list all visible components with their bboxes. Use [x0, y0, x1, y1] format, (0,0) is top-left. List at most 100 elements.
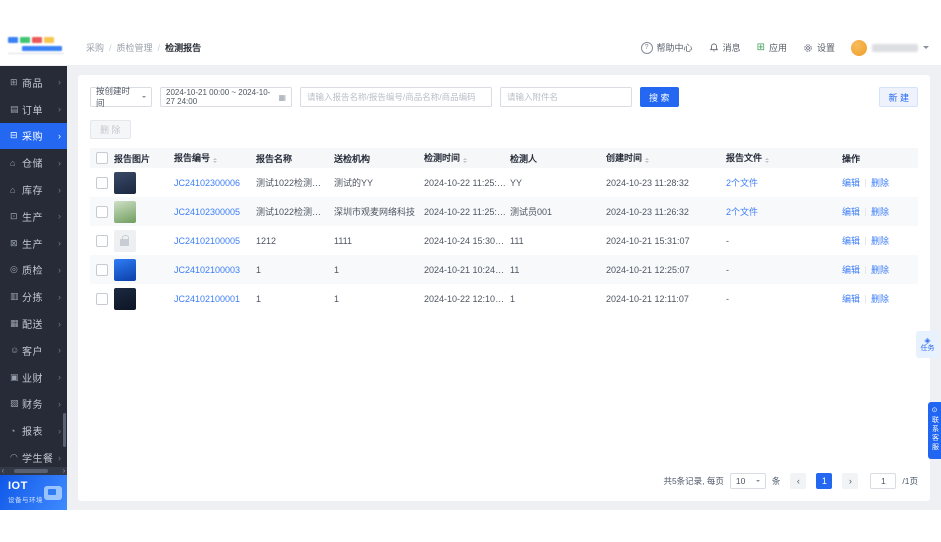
sidebar-item-student-meals[interactable]: ◠ 学生餐 ›	[0, 444, 67, 467]
sidebar-item-reports[interactable]: ◔ 报表 ›	[0, 417, 67, 444]
col-report-image: 报告图片	[114, 153, 151, 164]
sidebar-item-procurement[interactable]: ⊟ 采购 ›	[0, 122, 67, 150]
sort-icon[interactable]	[463, 156, 467, 165]
col-report-no[interactable]: 报告编号	[174, 151, 256, 165]
sidebar-item-finance[interactable]: ▧ 财务 ›	[0, 391, 67, 418]
sidebar-item-label: 质检	[22, 266, 43, 278]
scroll-right-icon[interactable]: ›	[61, 467, 67, 475]
sidebar-item-sorting[interactable]: ▥ 分拣 ›	[0, 283, 67, 310]
report-no-link[interactable]: JC24102100005	[174, 236, 240, 246]
sidebar-item-biz-finance[interactable]: ▣ 业财 ›	[0, 364, 67, 391]
iot-banner[interactable]: IOT 设备与环境	[0, 475, 67, 510]
page-jump-input[interactable]	[870, 473, 897, 489]
date-range-input[interactable]: 2024-10-21 00:00 ~ 2024-10-27 24:00 ▦	[160, 87, 292, 107]
agency: 1	[334, 293, 340, 304]
batch-delete-button[interactable]: 删 除	[90, 120, 131, 139]
sort-icon[interactable]	[213, 156, 217, 165]
delete-link[interactable]: 删除	[871, 176, 889, 189]
next-page-button[interactable]: ›	[842, 473, 859, 489]
breadcrumb-procurement[interactable]: 采购	[86, 41, 104, 54]
page-size-select[interactable]: 10	[729, 473, 766, 489]
report-files-link[interactable]: -	[726, 294, 729, 304]
delete-link[interactable]: 删除	[871, 205, 889, 218]
sort-icon[interactable]	[645, 156, 649, 165]
settings-link[interactable]: 设置	[803, 41, 835, 54]
production-icon: ⊠	[10, 237, 18, 248]
layers-icon: ◈	[924, 336, 931, 345]
col-test-time[interactable]: 检测时间	[424, 151, 510, 165]
delete-link[interactable]: 删除	[871, 263, 889, 276]
col-files[interactable]: 报告文件	[726, 151, 842, 165]
row-checkbox[interactable]	[96, 263, 108, 276]
help-center-link[interactable]: ? 帮助中心	[640, 41, 693, 54]
calendar-icon: ▦	[278, 92, 286, 102]
report-thumbnail[interactable]	[114, 287, 136, 310]
sidebar-item-delivery[interactable]: ▦ 配送 ›	[0, 310, 67, 337]
edit-link[interactable]: 编辑	[842, 292, 860, 305]
create-button[interactable]: 新 建	[879, 87, 918, 107]
report-thumbnail[interactable]	[114, 229, 136, 252]
scroll-left-icon[interactable]: ‹	[0, 467, 6, 475]
sidebar-item-production-2[interactable]: ⊠ 生产 ›	[0, 230, 67, 257]
attachment-input[interactable]	[500, 87, 632, 107]
report-thumbnail[interactable]	[114, 171, 136, 194]
sidebar-item-quality[interactable]: ◎ 质检 ›	[0, 257, 67, 284]
select-all-checkbox[interactable]	[96, 152, 108, 164]
page-size-value: 10	[735, 476, 746, 486]
apps-link[interactable]: ⊞ 应用	[757, 41, 787, 54]
pagination: 共5条记录, 每页 10 条 ‹ 1 › /1页	[663, 473, 918, 489]
col-created[interactable]: 创建时间	[606, 151, 726, 165]
row-checkbox[interactable]	[96, 234, 108, 247]
chevron-down-icon	[755, 480, 760, 484]
report-thumbnail[interactable]	[114, 200, 136, 223]
edit-link[interactable]: 编辑	[842, 263, 860, 276]
sidebar-item-products[interactable]: ⊞ 商品 ›	[0, 69, 67, 96]
breadcrumb-quality-mgmt[interactable]: 质检管理	[117, 41, 153, 54]
app-logo[interactable]	[8, 37, 66, 59]
edit-link[interactable]: 编辑	[842, 234, 860, 247]
logo-chips	[8, 37, 66, 43]
support-widget[interactable]: ⊙ 联系客服	[928, 402, 941, 459]
page-1-button[interactable]: 1	[816, 473, 833, 489]
edit-link[interactable]: 编辑	[842, 205, 860, 218]
gear-icon	[804, 43, 812, 52]
search-button[interactable]: 搜 索	[640, 87, 679, 107]
report-name: 1	[256, 293, 262, 304]
created-time: 2024-10-21 12:25:07	[606, 264, 690, 275]
sidebar-horizontal-scrollbar[interactable]: ‹ ›	[0, 467, 67, 475]
report-no-link[interactable]: JC24102100003	[174, 265, 240, 275]
created-time: 2024-10-21 15:31:07	[606, 235, 690, 246]
report-no-link[interactable]: JC24102300006	[174, 178, 240, 188]
sidebar-item-orders[interactable]: ▤ 订单 ›	[0, 96, 67, 123]
sidebar-item-warehouse[interactable]: ⌂ 仓储 ›	[0, 149, 67, 176]
delete-link[interactable]: 删除	[871, 234, 889, 247]
scrollbar-thumb[interactable]	[14, 469, 48, 473]
sort-icon[interactable]	[765, 156, 769, 165]
iot-subtitle: 设备与环境	[8, 497, 43, 504]
report-files-link[interactable]: 2个文件	[726, 207, 758, 217]
prev-page-button[interactable]: ‹	[790, 473, 807, 489]
edit-link[interactable]: 编辑	[842, 176, 860, 189]
report-files-link[interactable]: -	[726, 265, 729, 275]
total-records: 共5条记录, 每页	[663, 476, 724, 486]
user-menu[interactable]	[851, 39, 929, 56]
tasks-widget[interactable]: ◈ 任务	[916, 331, 939, 358]
report-files-link[interactable]: 2个文件	[726, 178, 758, 188]
sidebar-item-production[interactable]: ⊡ 生产 ›	[0, 203, 67, 230]
sidebar-item-customers[interactable]: ☺ 客户 ›	[0, 337, 67, 364]
time-type-select[interactable]: 按创建时间	[90, 86, 152, 108]
report-no-link[interactable]: JC24102300005	[174, 207, 240, 217]
report-files-link[interactable]: -	[726, 236, 729, 246]
row-checkbox[interactable]	[96, 205, 108, 218]
sidebar-item-inventory[interactable]: ⌂ 库存 ›	[0, 176, 67, 203]
action-divider	[865, 178, 867, 187]
row-checkbox[interactable]	[96, 292, 108, 305]
delete-link[interactable]: 删除	[871, 292, 889, 305]
report-thumbnail[interactable]	[114, 258, 136, 281]
report-no-link[interactable]: JC24102100001	[174, 294, 240, 304]
keyword-input[interactable]	[300, 87, 492, 107]
sidebar-scrollbar-thumb[interactable]	[63, 413, 66, 447]
messages-link[interactable]: 消息	[709, 41, 741, 54]
sidebar-item-label: 学生餐	[22, 454, 54, 466]
row-checkbox[interactable]	[96, 176, 108, 189]
